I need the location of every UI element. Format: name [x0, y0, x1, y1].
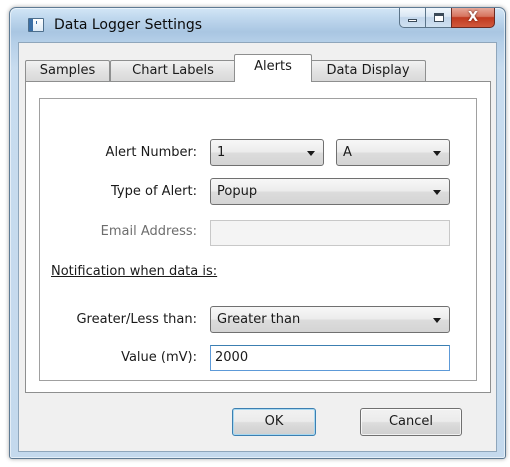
alerts-group-box: Alert Number: 1 A Type of Alert: Popup E… [39, 98, 477, 381]
alert-number-dropdown[interactable]: 1 [210, 139, 324, 166]
tab-alerts[interactable]: Alerts [234, 54, 312, 82]
greater-less-label: Greater/Less than: [76, 312, 197, 327]
cancel-button[interactable]: Cancel [360, 408, 462, 436]
value-mv-label: Value (mV): [121, 350, 197, 365]
email-address-field[interactable] [210, 220, 450, 246]
title-bar[interactable]: Data Logger Settings X [10, 8, 505, 42]
notification-heading: Notification when data is: [51, 264, 218, 279]
alerts-tab-panel: Alert Number: 1 A Type of Alert: Popup E… [25, 81, 491, 393]
alert-number-value: 1 [217, 145, 226, 160]
app-window-icon [28, 18, 44, 32]
maximize-button[interactable] [425, 8, 451, 28]
ok-button[interactable]: OK [232, 408, 316, 436]
window-title: Data Logger Settings [54, 17, 203, 33]
maximize-icon [434, 13, 444, 22]
tab-chart-labels[interactable]: Chart Labels [110, 60, 236, 81]
tab-data-display[interactable]: Data Display [310, 60, 426, 81]
tab-samples[interactable]: Samples [25, 60, 110, 81]
greater-less-dropdown[interactable]: Greater than [210, 306, 450, 333]
alert-channel-dropdown[interactable]: A [336, 139, 450, 166]
chevron-down-icon [433, 318, 441, 323]
type-of-alert-value: Popup [217, 184, 258, 199]
minimize-button[interactable] [399, 8, 425, 28]
dialog-window: Data Logger Settings X Samples Chart Lab… [9, 7, 506, 459]
close-button[interactable]: X [451, 8, 495, 28]
type-of-alert-dropdown[interactable]: Popup [210, 178, 450, 205]
type-of-alert-label: Type of Alert: [111, 184, 197, 199]
minimize-icon [408, 19, 417, 22]
email-address-label: Email Address: [100, 224, 197, 239]
value-mv-field[interactable]: 2000 [210, 345, 450, 371]
caption-buttons: X [399, 8, 495, 30]
chevron-down-icon [433, 190, 441, 195]
alert-channel-value: A [343, 145, 352, 160]
greater-less-value: Greater than [217, 312, 301, 327]
dialog-client-area: Samples Chart Labels Alerts Data Display… [18, 42, 497, 452]
alert-number-label: Alert Number: [105, 145, 197, 160]
chevron-down-icon [307, 151, 315, 156]
close-icon: X [467, 10, 479, 25]
chevron-down-icon [433, 151, 441, 156]
